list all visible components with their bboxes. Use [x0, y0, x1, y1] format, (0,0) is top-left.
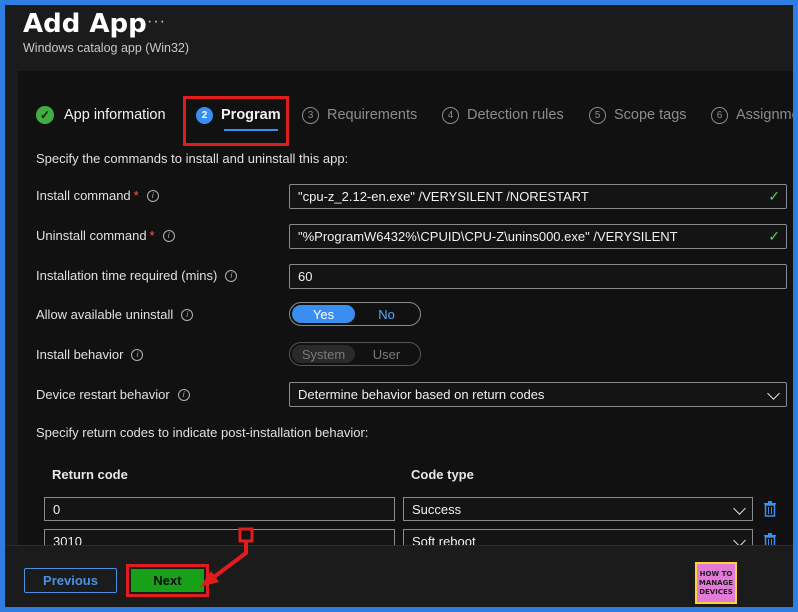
install-time-label: Installation time required (mins) i	[36, 268, 238, 283]
add-app-window: Add App ··· Windows catalog app (Win32) …	[5, 5, 793, 607]
info-icon: i	[225, 269, 238, 282]
step-number-icon: 5	[589, 106, 606, 124]
allow-uninstall-label: Allow available uninstall i	[36, 307, 194, 322]
toggle-system: System	[292, 345, 355, 363]
previous-button[interactable]: Previous	[24, 568, 117, 593]
tab-label: Scope tags	[614, 107, 687, 123]
install-time-input[interactable]: 60	[289, 264, 787, 289]
wizard-panel: ✓ App information 2 Program 3 Requiremen…	[18, 71, 793, 549]
wizard-footer: Previous Next HOW TO MANAGE DEVICES	[5, 545, 793, 607]
tab-label: Requirements	[327, 107, 418, 123]
install-command-label: Install command * i	[36, 188, 159, 203]
page-title: Add App	[23, 9, 147, 39]
step-number-icon: 3	[302, 106, 319, 124]
tab-label: Detection rules	[467, 107, 564, 123]
more-options-icon[interactable]: ···	[147, 13, 166, 31]
checkmark-icon: ✓	[768, 228, 780, 244]
toggle-no[interactable]: No	[355, 305, 418, 323]
checkmark-icon: ✓	[768, 188, 780, 204]
chevron-down-icon	[733, 502, 746, 515]
commands-instruction: Specify the commands to install and unin…	[36, 151, 349, 166]
install-behavior-toggle: System User	[289, 342, 421, 366]
program-tab-highlight	[183, 96, 289, 146]
restart-behavior-label: Device restart behavior i	[36, 387, 190, 402]
return-code-header: Return code	[52, 467, 128, 482]
uninstall-command-input[interactable]: "%ProgramW6432%\CPUID\CPU-Z\unins000.exe…	[289, 224, 787, 249]
tab-assignments[interactable]: 6 Assignme	[711, 95, 793, 135]
info-icon: i	[146, 189, 159, 202]
install-command-input[interactable]: "cpu-z_2.12-en.exe" /VERYSILENT /NORESTA…	[289, 184, 787, 209]
chevron-down-icon	[767, 387, 780, 400]
tab-label: Assignme	[736, 107, 793, 123]
code-type-dropdown[interactable]: Success	[403, 497, 753, 521]
info-icon: i	[162, 229, 175, 242]
tab-requirements[interactable]: 3 Requirements	[302, 95, 417, 135]
tab-app-information[interactable]: ✓ App information	[36, 95, 166, 135]
allow-uninstall-toggle[interactable]: Yes No	[289, 302, 421, 326]
tab-scope-tags[interactable]: 5 Scope tags	[589, 95, 687, 135]
toggle-yes[interactable]: Yes	[292, 305, 355, 323]
next-button-highlight: Next	[126, 564, 209, 597]
tab-label: App information	[64, 107, 166, 123]
return-code-input[interactable]: 0	[44, 497, 395, 521]
wizard-steps: ✓ App information 2 Program 3 Requiremen…	[18, 95, 793, 135]
code-type-header: Code type	[411, 467, 474, 482]
checkmark-icon: ✓	[36, 106, 54, 124]
step-number-icon: 4	[442, 106, 459, 124]
info-icon: i	[181, 308, 194, 321]
install-behavior-label: Install behavior i	[36, 347, 144, 362]
page-subtitle: Windows catalog app (Win32)	[23, 41, 190, 55]
tab-detection-rules[interactable]: 4 Detection rules	[442, 95, 564, 135]
return-codes-instruction: Specify return codes to indicate post-in…	[36, 425, 369, 440]
toggle-user: User	[372, 346, 401, 362]
info-icon: i	[177, 388, 190, 401]
info-icon: i	[131, 348, 144, 361]
step-number-icon: 6	[711, 106, 728, 124]
restart-behavior-dropdown[interactable]: Determine behavior based on return codes	[289, 382, 787, 407]
next-button[interactable]: Next	[131, 569, 204, 592]
brand-logo: HOW TO MANAGE DEVICES	[695, 562, 737, 604]
uninstall-command-label: Uninstall command * i	[36, 228, 175, 243]
delete-row-icon[interactable]	[763, 501, 777, 517]
